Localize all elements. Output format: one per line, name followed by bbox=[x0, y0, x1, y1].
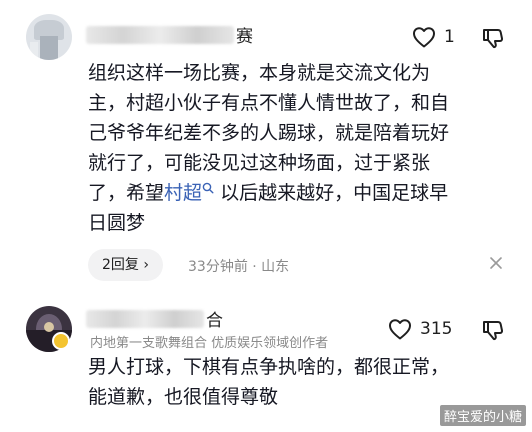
like-button[interactable]: 315 bbox=[388, 318, 452, 340]
author-tags: 内地第一支歌舞组合 优质娱乐领域创作者 bbox=[90, 336, 329, 351]
view-replies-button[interactable]: 2回复 › bbox=[88, 249, 163, 281]
comment-line-with-link: 了，希望村超 以后越来越好，中国足球早 bbox=[88, 182, 449, 204]
dislike-button[interactable] bbox=[482, 319, 504, 341]
comment-item: 赛 1 组织这样一场比赛，本身就是交流文化为 主，村超小伙子有点不懂人情世故了，… bbox=[0, 0, 532, 290]
like-button[interactable]: 1 bbox=[412, 26, 455, 48]
blurred-username bbox=[86, 25, 234, 44]
avatar[interactable] bbox=[26, 14, 72, 60]
heart-outline-icon bbox=[389, 319, 411, 340]
like-count: 1 bbox=[444, 27, 455, 47]
like-count: 315 bbox=[420, 319, 453, 339]
username[interactable]: 赛 bbox=[86, 22, 253, 47]
comment-text: 组织这样一场比赛，本身就是交流文化为 主，村超小伙子有点不懂人情世故了，和自 己… bbox=[88, 58, 488, 238]
username[interactable]: 合 bbox=[86, 306, 223, 331]
thumbs-down-icon bbox=[483, 29, 504, 49]
dislike-button[interactable] bbox=[482, 27, 504, 49]
verified-badge-icon bbox=[52, 332, 70, 350]
topic-link[interactable]: 村超 bbox=[164, 182, 214, 204]
watermark: 醉宝爱的小糖 bbox=[439, 405, 526, 426]
comment-text: 男人打球，下棋有点争执啥的，都很正常， 能道歉，也很值得尊敬 bbox=[88, 356, 450, 408]
thumbs-down-icon bbox=[483, 321, 504, 341]
blurred-username bbox=[86, 309, 204, 328]
comment-meta: 33分钟前 · 山东 bbox=[188, 259, 290, 275]
search-icon bbox=[202, 182, 214, 194]
heart-outline-icon bbox=[413, 27, 435, 48]
close-icon[interactable] bbox=[487, 254, 505, 272]
